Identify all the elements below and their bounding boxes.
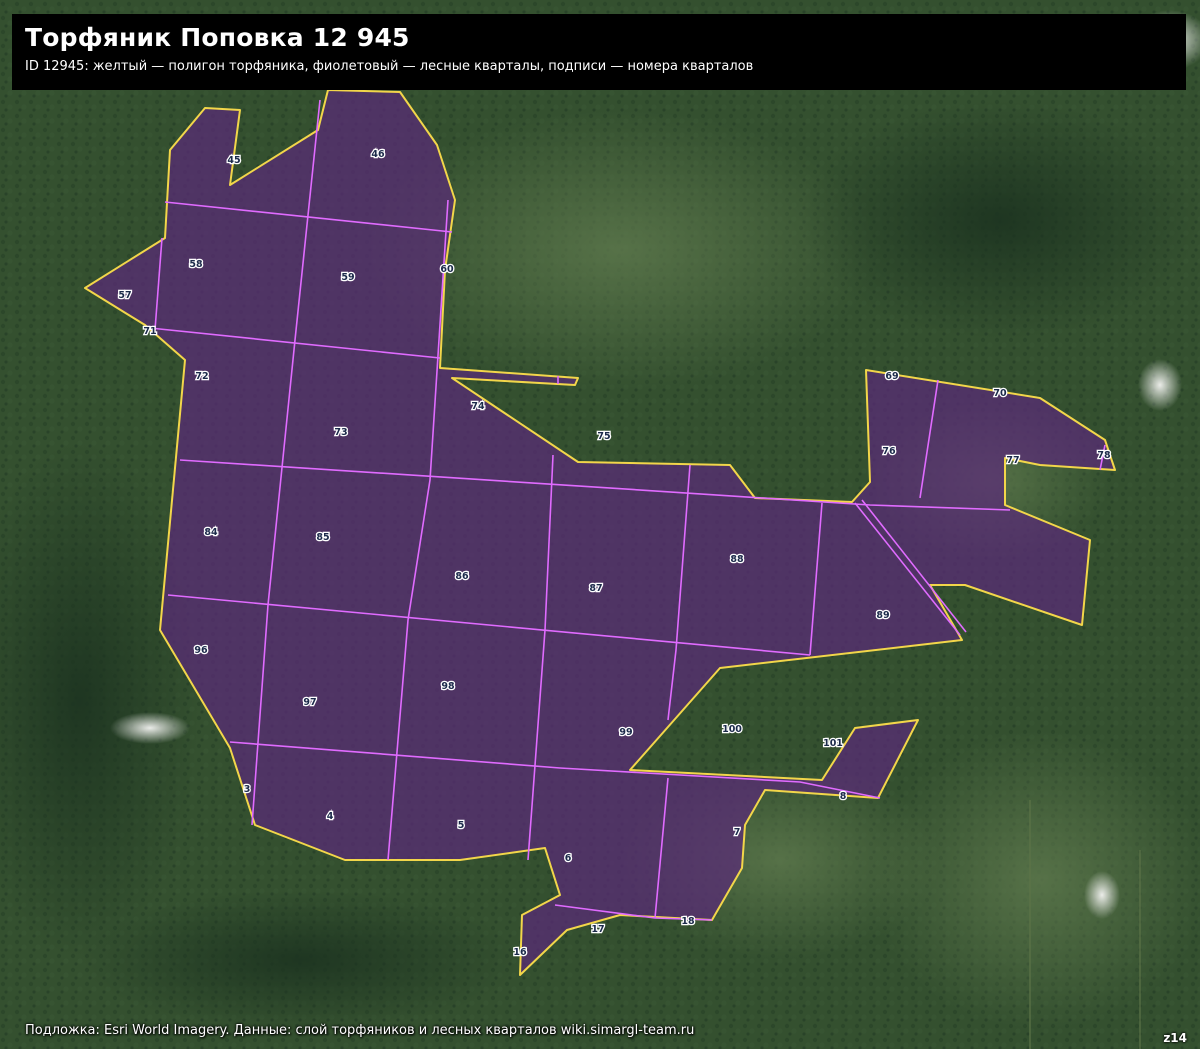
quarter-label[interactable]: 85 [315,531,331,545]
quarter-label[interactable]: 87 [588,582,604,596]
quarter-label[interactable]: 8 [838,790,848,804]
quarter-label[interactable]: 74 [470,400,486,414]
quarter-label[interactable]: 45 [226,154,242,168]
quarter-label[interactable]: 71 [142,325,158,339]
quarter-label[interactable]: 58 [188,258,204,272]
quarter-label[interactable]: 89 [875,609,891,623]
quarter-label[interactable]: 96 [193,644,209,658]
quarter-label[interactable]: 6 [563,852,573,866]
page-title: Торфяник Поповка 12 945 [25,23,410,52]
zoom-level: z14 [1163,1031,1187,1045]
satellite-map[interactable]: 45 46 57 58 59 60 71 72 73 74 75 69 70 7… [0,0,1200,1049]
quarter-label[interactable]: 100 [721,723,744,737]
quarter-label[interactable]: 16 [512,946,528,960]
quarter-label[interactable]: 101 [822,737,844,751]
quarter-label[interactable]: 57 [117,289,133,303]
quarter-label[interactable]: 5 [456,819,465,833]
quarter-label[interactable]: 88 [729,553,745,567]
quarter-label[interactable]: 84 [203,526,219,540]
quarter-label[interactable]: 59 [340,271,356,285]
quarter-label[interactable]: 72 [194,370,210,384]
quarter-label[interactable]: 70 [992,387,1008,401]
quarter-label[interactable]: 46 [370,148,386,162]
quarter-label[interactable]: 73 [333,426,349,440]
map-attribution: Подложка: Esri World Imagery. Данные: сл… [25,1023,695,1038]
quarter-label[interactable]: 7 [732,826,741,840]
quarter-label[interactable]: 75 [596,430,612,444]
quarter-label[interactable]: 4 [325,810,335,824]
quarter-label[interactable]: 99 [618,726,634,740]
quarter-label[interactable]: 69 [884,370,900,384]
quarter-label[interactable]: 18 [680,915,696,929]
quarter-label[interactable]: 3 [242,783,251,797]
quarter-label[interactable]: 98 [440,680,456,694]
page-subtitle: ID 12945: желтый — полигон торфяника, фи… [25,59,754,74]
quarter-label[interactable]: 86 [454,570,470,584]
map-header: Торфяник Поповка 12 945 ID 12945: желтый… [12,14,1186,90]
quarter-label[interactable]: 78 [1096,449,1112,463]
quarter-label[interactable]: 77 [1005,454,1021,468]
quarter-label[interactable]: 76 [881,445,897,459]
quarter-label[interactable]: 97 [302,696,318,710]
quarter-label[interactable]: 17 [590,923,606,937]
quarter-label[interactable]: 60 [439,263,455,277]
